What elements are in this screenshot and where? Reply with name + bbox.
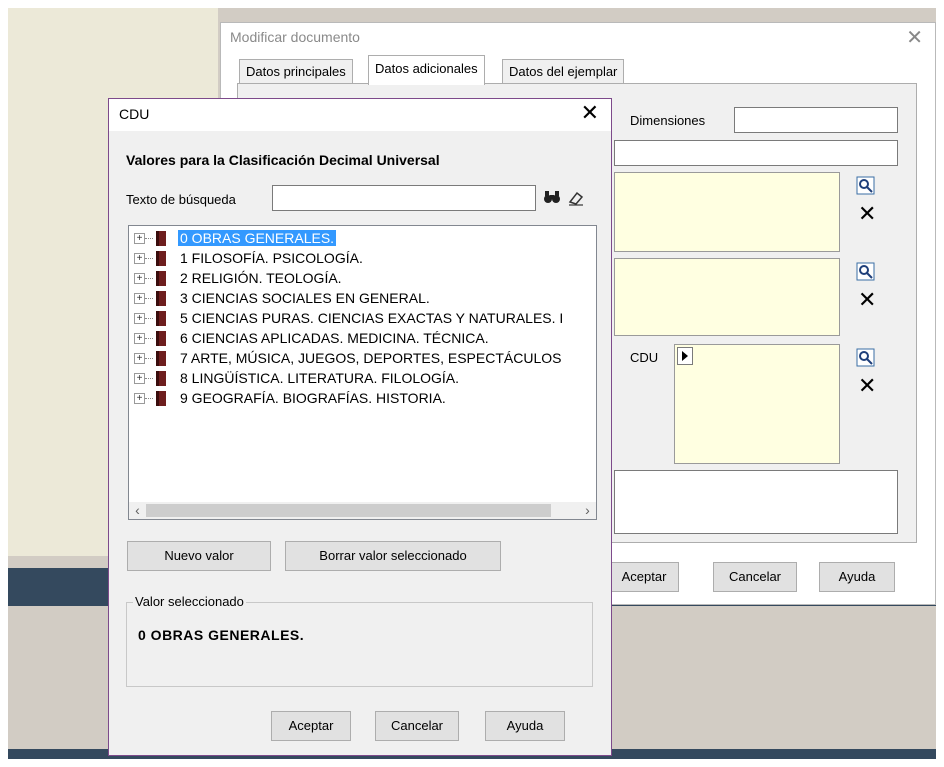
- row-selector[interactable]: [677, 347, 693, 365]
- scroll-right-icon[interactable]: ›: [579, 502, 596, 519]
- selected-value: 0 OBRAS GENERALES.: [138, 627, 305, 643]
- selected-value-label: Valor seleccionado: [133, 594, 246, 609]
- new-value-button[interactable]: Nuevo valor: [127, 541, 271, 571]
- expand-icon[interactable]: +: [134, 233, 145, 244]
- help-button[interactable]: Ayuda: [819, 562, 895, 592]
- horizontal-scrollbar[interactable]: ‹ ›: [129, 502, 596, 519]
- text-field[interactable]: [614, 140, 898, 166]
- book-icon: [156, 331, 166, 346]
- binoculars-icon[interactable]: [543, 189, 561, 205]
- search-input[interactable]: [272, 185, 536, 211]
- search-detail-icon[interactable]: [856, 176, 876, 196]
- search-label: Texto de búsqueda: [126, 192, 236, 207]
- play-icon: [682, 351, 688, 361]
- tab-datos-adicionales[interactable]: Datos adicionales: [368, 55, 485, 85]
- window-title: Modificar documento: [230, 29, 360, 45]
- book-icon: [156, 231, 166, 246]
- scroll-left-icon[interactable]: ‹: [129, 502, 146, 519]
- scrollbar-thumb[interactable]: [146, 504, 551, 517]
- tree-node-label: 6 CIENCIAS APLICADAS. MEDICINA. TÉCNICA.: [180, 330, 489, 346]
- tree-node-label: 8 LINGÜÍSTICA. LITERATURA. FILOLOGÍA.: [180, 370, 460, 386]
- expand-icon[interactable]: +: [134, 373, 145, 384]
- cancel-button[interactable]: Cancelar: [375, 711, 459, 741]
- expand-icon[interactable]: +: [134, 393, 145, 404]
- tab-datos-principales[interactable]: Datos principales: [239, 59, 353, 83]
- accept-button[interactable]: Aceptar: [271, 711, 351, 741]
- remove-icon[interactable]: ✕: [858, 375, 876, 397]
- book-icon: [156, 371, 166, 386]
- book-icon: [156, 391, 166, 406]
- book-icon: [156, 271, 166, 286]
- dialog-title: CDU: [119, 106, 150, 122]
- remove-icon[interactable]: ✕: [858, 289, 876, 311]
- cancel-button[interactable]: Cancelar: [713, 562, 797, 592]
- expand-icon[interactable]: +: [134, 333, 145, 344]
- close-icon[interactable]: ✕: [906, 25, 923, 50]
- book-icon: [156, 351, 166, 366]
- dimensions-label: Dimensiones: [630, 113, 706, 128]
- list-field-2[interactable]: [614, 258, 840, 336]
- tree-node-label: 7 ARTE, MÚSICA, JUEGOS, DEPORTES, ESPECT…: [180, 350, 562, 366]
- cdu-dialog: CDU ✕ Valores para la Clasificación Deci…: [108, 98, 612, 756]
- search-detail-icon[interactable]: [856, 262, 876, 282]
- expand-icon[interactable]: +: [134, 273, 145, 284]
- expand-icon[interactable]: +: [134, 313, 145, 324]
- cdu-list-field[interactable]: [674, 344, 840, 464]
- tree-node-label: 9 GEOGRAFÍA. BIOGRAFÍAS. HISTORIA.: [180, 390, 446, 406]
- tree-node-label: 1 FILOSOFÍA. PSICOLOGÍA.: [180, 250, 363, 266]
- book-icon: [156, 291, 166, 306]
- cdu-label: CDU: [630, 350, 659, 365]
- remove-icon[interactable]: ✕: [858, 203, 876, 225]
- notes-field[interactable]: [614, 470, 898, 534]
- expand-icon[interactable]: +: [134, 353, 145, 364]
- dialog-titlebar: CDU ✕: [109, 99, 611, 131]
- tree-node-label: 2 RELIGIÓN. TEOLOGÍA.: [180, 270, 342, 286]
- search-detail-icon[interactable]: [856, 348, 876, 368]
- tab-datos-ejemplar[interactable]: Datos del ejemplar: [502, 59, 625, 83]
- book-icon: [156, 311, 166, 326]
- delete-selected-button[interactable]: Borrar valor seleccionado: [285, 541, 501, 571]
- expand-icon[interactable]: +: [134, 293, 145, 304]
- accept-button[interactable]: Aceptar: [609, 562, 679, 592]
- close-icon[interactable]: ✕: [581, 100, 599, 126]
- list-field-1[interactable]: [614, 172, 840, 252]
- tree-node-label: 5 CIENCIAS PURAS. CIENCIAS EXACTAS Y NAT…: [180, 310, 564, 326]
- eraser-icon[interactable]: [567, 190, 585, 206]
- selected-value-group: Valor seleccionado 0 OBRAS GENERALES.: [126, 594, 593, 687]
- cdu-tree[interactable]: + 0 OBRAS GENERALES. + 1 FILOSOFÍA. PSIC…: [128, 225, 597, 520]
- dimensions-field[interactable]: [734, 107, 898, 133]
- tree-node-label: 0 OBRAS GENERALES.: [178, 230, 337, 246]
- expand-icon[interactable]: +: [134, 253, 145, 264]
- tree-node-label: 3 CIENCIAS SOCIALES EN GENERAL.: [180, 290, 430, 306]
- book-icon: [156, 251, 166, 266]
- help-button[interactable]: Ayuda: [485, 711, 565, 741]
- dialog-heading: Valores para la Clasificación Decimal Un…: [126, 152, 440, 168]
